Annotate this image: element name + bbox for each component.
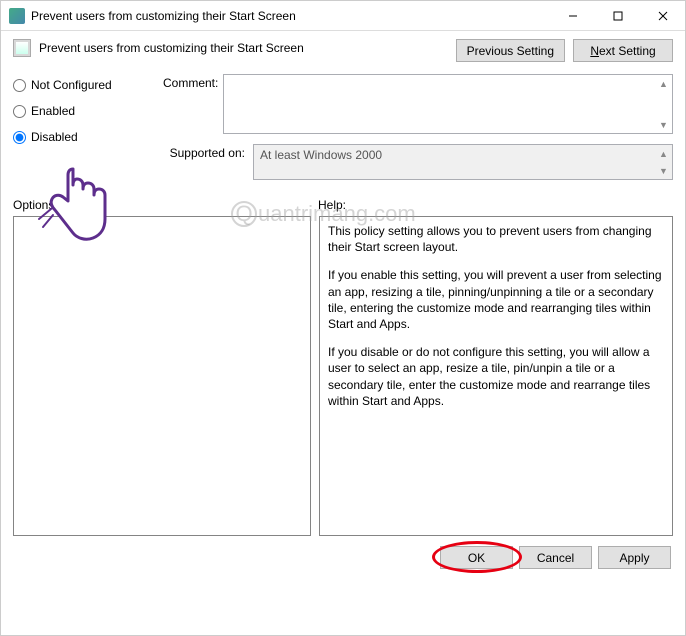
- radio-label: Enabled: [31, 104, 75, 118]
- app-icon: [9, 8, 25, 24]
- apply-button[interactable]: Apply: [598, 546, 671, 569]
- titlebar: Prevent users from customizing their Sta…: [1, 1, 685, 31]
- close-button[interactable]: [640, 1, 685, 31]
- minimize-button[interactable]: [550, 1, 595, 31]
- options-panel: [13, 216, 311, 536]
- window-title: Prevent users from customizing their Sta…: [31, 9, 550, 23]
- supported-on-label: Supported on:: [163, 144, 253, 180]
- comment-textarea[interactable]: ▲ ▼: [223, 74, 673, 134]
- radio-not-configured[interactable]: Not Configured: [13, 78, 163, 92]
- policy-title: Prevent users from customizing their Sta…: [39, 41, 304, 55]
- radio-disabled-input[interactable]: [13, 131, 26, 144]
- previous-setting-button[interactable]: Previous Setting: [456, 39, 565, 62]
- scroll-up-icon[interactable]: ▲: [656, 76, 671, 91]
- radio-enabled[interactable]: Enabled: [13, 104, 163, 118]
- scroll-down-icon[interactable]: ▼: [656, 117, 671, 132]
- cancel-button[interactable]: Cancel: [519, 546, 592, 569]
- policy-icon: [13, 39, 31, 57]
- radio-label: Not Configured: [31, 78, 112, 92]
- options-label: Options:: [13, 198, 318, 212]
- help-text: This policy setting allows you to preven…: [328, 223, 664, 255]
- help-text: If you disable or do not configure this …: [328, 344, 664, 409]
- radio-disabled[interactable]: Disabled: [13, 130, 163, 144]
- help-panel: This policy setting allows you to preven…: [319, 216, 673, 536]
- next-setting-button[interactable]: Next Setting: [573, 39, 673, 62]
- ok-button[interactable]: OK: [440, 546, 513, 569]
- supported-on-box: At least Windows 2000 ▲ ▼: [253, 144, 673, 180]
- scroll-up-icon[interactable]: ▲: [656, 146, 671, 161]
- radio-label: Disabled: [31, 130, 78, 144]
- radio-enabled-input[interactable]: [13, 105, 26, 118]
- comment-label: Comment:: [163, 74, 223, 134]
- help-text: If you enable this setting, you will pre…: [328, 267, 664, 332]
- radio-not-configured-input[interactable]: [13, 79, 26, 92]
- supported-on-value: At least Windows 2000: [260, 148, 382, 162]
- help-label: Help:: [318, 198, 673, 212]
- scroll-down-icon[interactable]: ▼: [656, 163, 671, 178]
- maximize-button[interactable]: [595, 1, 640, 31]
